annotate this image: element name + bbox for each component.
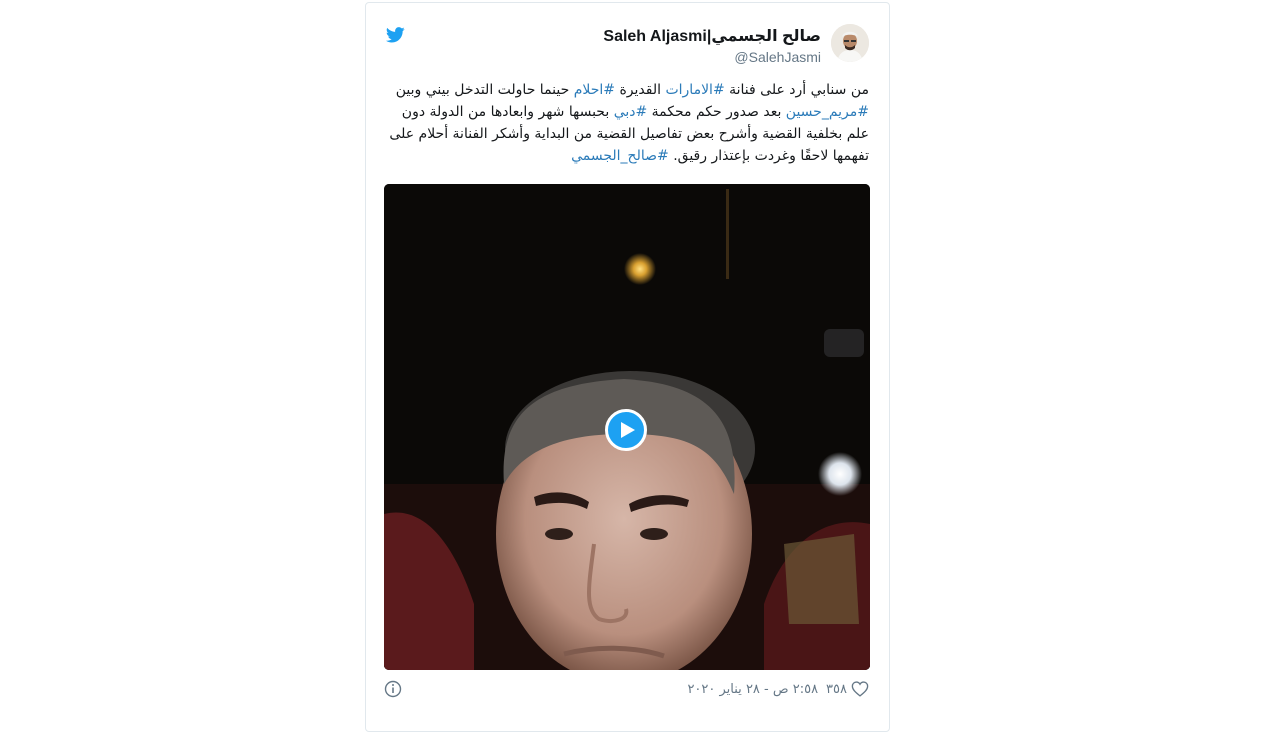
video-player[interactable] — [384, 184, 870, 670]
hashtag-link[interactable]: #دبي — [614, 104, 648, 120]
tweet-card: Saleh Aljasmi|صالح الجسمي @SalehJasmi من… — [365, 2, 890, 732]
tweet-timestamp[interactable]: ٢:٥٨ ص - ٢٨ يناير ٢٠٢٠ — [687, 682, 818, 697]
tweet-text-segment: القديرة — [615, 82, 666, 98]
author-display-name[interactable]: Saleh Aljasmi|صالح الجسمي — [603, 27, 821, 47]
tweet-footer: ٣٥٨ ٢:٥٨ ص - ٢٨ يناير ٢٠٢٠ — [384, 680, 869, 700]
hashtag-link[interactable]: #احلام — [574, 82, 615, 98]
tweet-text-segment: بعد صدور حكم محكمة — [647, 104, 786, 120]
play-button[interactable] — [605, 409, 647, 451]
heart-icon[interactable] — [851, 681, 869, 697]
avatar-image — [831, 24, 869, 62]
like-count: ٣٥٨ — [826, 681, 847, 697]
hashtag-link[interactable]: #صالح_الجسمي — [571, 148, 669, 164]
tweet-meta: ٣٥٨ ٢:٥٨ ص - ٢٨ يناير ٢٠٢٠ — [687, 681, 869, 697]
play-icon — [621, 422, 635, 438]
twitter-bird-icon[interactable] — [386, 27, 405, 43]
avatar[interactable] — [831, 24, 869, 62]
like-action[interactable]: ٣٥٨ — [826, 681, 869, 697]
author-handle[interactable]: @SalehJasmi — [603, 47, 821, 67]
tweet-text: من سنابي أرد على فنانة #الامارات القديرة… — [384, 79, 869, 167]
hashtag-link[interactable]: #الامارات — [665, 82, 724, 98]
tweet-text-segment: حينما حاولت التدخل بيني وبين — [395, 82, 574, 98]
tweet-text-segment: من سنابي أرد على فنانة — [724, 82, 869, 98]
info-icon[interactable] — [384, 680, 402, 698]
hashtag-link[interactable]: #مريم_حسين — [786, 104, 869, 120]
author-block[interactable]: Saleh Aljasmi|صالح الجسمي @SalehJasmi — [603, 27, 821, 67]
